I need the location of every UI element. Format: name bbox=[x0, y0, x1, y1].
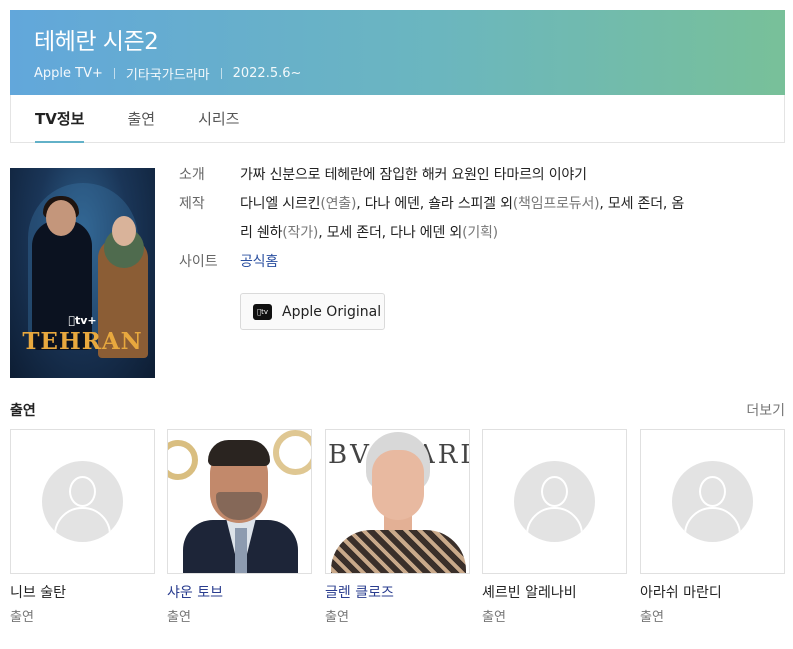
apple-tv-icon: tv bbox=[253, 303, 272, 320]
page-title: 테헤란 시즌2 bbox=[34, 29, 159, 55]
person-icon bbox=[42, 461, 123, 542]
cast-role: 출연 bbox=[325, 610, 349, 625]
meta-date: 2022.5.6~ bbox=[232, 66, 302, 81]
cast-name[interactable]: 글렌 클로즈 bbox=[325, 583, 470, 603]
program-info: 소개 가짜 신분으로 테헤란에 잠입한 해커 요원인 타마르의 이야기 제작 다… bbox=[179, 161, 769, 277]
tab-tv-info[interactable]: TV정보 bbox=[35, 95, 85, 143]
cast-section-header: 출연 더보기 bbox=[10, 400, 785, 420]
cast-name[interactable]: 니브 술탄 bbox=[10, 583, 155, 603]
cast-role: 출연 bbox=[10, 610, 34, 625]
apple-original-button[interactable]: tv Apple Original bbox=[240, 293, 385, 330]
site-label: 사이트 bbox=[179, 254, 218, 270]
title-meta: Apple TV+ 기타국가드라마 2022.5.6~ bbox=[34, 64, 761, 83]
cast-card[interactable]: 니브 술탄 출연 bbox=[10, 429, 155, 625]
cast-name[interactable]: 셰르빈 알레나비 bbox=[482, 583, 627, 603]
production-label: 제작 bbox=[179, 196, 205, 212]
more-link[interactable]: 더보기 bbox=[746, 400, 785, 420]
person-icon bbox=[672, 461, 753, 542]
cast-card[interactable]: 샤운 토브 출연 bbox=[167, 429, 312, 625]
info-production-row: 제작 다니엘 시르킨(연출), 다나 에덴, 숄라 스피겔 외(책임프로듀서),… bbox=[179, 190, 769, 248]
tab-series[interactable]: 시리즈 bbox=[198, 95, 239, 143]
info-site-row: 사이트 공식홈 bbox=[179, 248, 769, 277]
person-icon bbox=[514, 461, 595, 542]
meta-platform: Apple TV+ bbox=[34, 66, 103, 81]
cast-card[interactable]: 셰르빈 알레나비 출연 bbox=[482, 429, 627, 625]
production-text: 다니엘 시르킨(연출), 다나 에덴, 숄라 스피겔 외(책임프로듀서), 모세… bbox=[240, 196, 685, 241]
meta-genre: 기타국가드라마 bbox=[125, 68, 210, 83]
cast-name[interactable]: 샤운 토브 bbox=[167, 583, 312, 603]
meta-divider bbox=[220, 68, 222, 79]
poster-brand: tv+ bbox=[68, 314, 96, 327]
meta-divider bbox=[113, 68, 115, 79]
official-site-link[interactable]: 공식홈 bbox=[240, 254, 278, 270]
cast-photo[interactable]: BVLGARI bbox=[325, 429, 470, 574]
cast-card[interactable]: BVLGARI 글렌 클로즈 출연 bbox=[325, 429, 470, 625]
title-banner: 테헤란 시즌2 Apple TV+ 기타국가드라마 2022.5.6~ bbox=[10, 10, 785, 95]
cast-role: 출연 bbox=[167, 610, 191, 625]
cast-photo-placeholder[interactable] bbox=[640, 429, 785, 574]
tab-cast[interactable]: 출연 bbox=[127, 95, 155, 143]
cast-role: 출연 bbox=[482, 610, 506, 625]
apple-original-label: Apple Original bbox=[282, 303, 382, 320]
info-intro-row: 소개 가짜 신분으로 테헤란에 잠입한 해커 요원인 타마르의 이야기 bbox=[179, 161, 769, 190]
intro-label: 소개 bbox=[179, 167, 205, 183]
poster-title: TEHRAN bbox=[22, 328, 143, 355]
intro-text: 가짜 신분으로 테헤란에 잠입한 해커 요원인 타마르의 이야기 bbox=[240, 167, 587, 183]
cast-photo-placeholder[interactable] bbox=[482, 429, 627, 574]
cast-photo[interactable] bbox=[167, 429, 312, 574]
cast-section-title: 출연 bbox=[10, 403, 36, 419]
poster-image[interactable]: tv+ TEHRAN bbox=[10, 168, 155, 378]
cast-role: 출연 bbox=[640, 610, 664, 625]
tab-bar: TV정보 출연 시리즈 bbox=[10, 95, 785, 143]
cast-name[interactable]: 아라쉬 마란디 bbox=[640, 583, 785, 603]
cast-photo-placeholder[interactable] bbox=[10, 429, 155, 574]
cast-card[interactable]: 아라쉬 마란디 출연 bbox=[640, 429, 785, 625]
